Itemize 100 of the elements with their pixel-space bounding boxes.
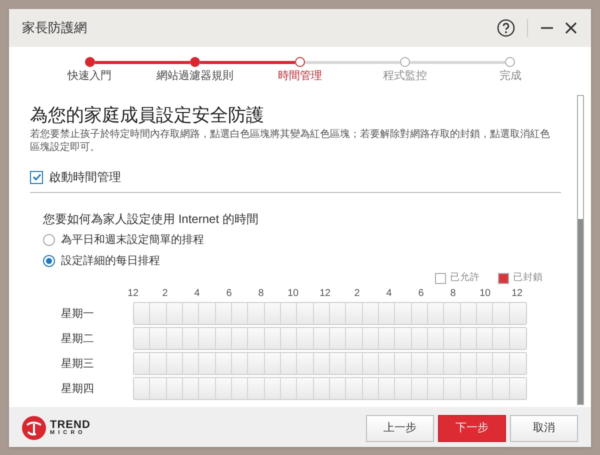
enable-checkbox[interactable]: 啟動時間管理 <box>30 168 561 186</box>
time-slot[interactable] <box>232 328 248 350</box>
time-slot[interactable] <box>477 303 494 324</box>
time-slot[interactable] <box>150 378 167 400</box>
time-slot[interactable] <box>134 303 150 324</box>
time-slot[interactable] <box>166 353 183 374</box>
time-slot[interactable] <box>216 303 232 324</box>
time-slot[interactable] <box>166 303 183 324</box>
schedule-radio[interactable]: 為平日和週末設定簡單的排程 <box>43 232 204 248</box>
time-slot[interactable] <box>444 303 461 324</box>
time-slot[interactable] <box>362 378 379 400</box>
time-slot[interactable] <box>134 328 150 350</box>
time-slot[interactable] <box>412 303 428 324</box>
time-slot[interactable] <box>134 378 150 400</box>
time-slot[interactable] <box>379 303 396 324</box>
time-slot[interactable] <box>134 353 150 374</box>
time-slot[interactable] <box>314 353 330 374</box>
time-slot[interactable] <box>216 328 232 350</box>
time-slot[interactable] <box>330 328 346 350</box>
time-slot[interactable] <box>493 353 510 374</box>
time-slot[interactable] <box>460 353 477 374</box>
time-slot[interactable] <box>314 303 330 324</box>
time-slot[interactable] <box>297 378 314 400</box>
time-slot[interactable] <box>510 378 526 400</box>
time-slot[interactable] <box>379 353 396 374</box>
time-slot[interactable] <box>477 353 494 374</box>
time-slot[interactable] <box>199 353 216 374</box>
time-slot[interactable] <box>412 353 428 374</box>
time-slot[interactable] <box>493 328 510 350</box>
time-slot[interactable] <box>330 378 346 400</box>
time-slot[interactable] <box>460 378 477 400</box>
time-slot[interactable] <box>346 328 363 350</box>
time-slot[interactable] <box>248 378 265 400</box>
time-slot[interactable] <box>346 353 363 374</box>
time-slot[interactable] <box>166 378 183 400</box>
time-slot[interactable] <box>248 303 265 324</box>
time-slot[interactable] <box>248 328 265 350</box>
help-icon[interactable] <box>497 19 515 37</box>
time-slot[interactable] <box>183 303 200 324</box>
time-slot[interactable] <box>297 303 314 324</box>
time-slot[interactable] <box>444 328 461 350</box>
time-slot[interactable] <box>314 328 330 350</box>
time-slot[interactable] <box>346 303 363 324</box>
time-slot[interactable] <box>444 353 461 374</box>
time-slot[interactable] <box>510 353 526 374</box>
schedule-radio[interactable]: 設定詳細的每日排程 <box>43 252 160 269</box>
time-slot[interactable] <box>297 353 314 374</box>
wizard-button[interactable]: 取消 <box>510 414 578 442</box>
time-slot[interactable] <box>428 378 444 400</box>
time-slot[interactable] <box>428 353 444 374</box>
time-slot[interactable] <box>330 353 346 374</box>
time-slot[interactable] <box>248 353 265 374</box>
time-slot[interactable] <box>199 303 216 324</box>
time-slot[interactable] <box>183 353 200 374</box>
time-slot[interactable] <box>216 353 232 374</box>
time-slot[interactable] <box>199 378 216 400</box>
time-slot[interactable] <box>150 328 167 350</box>
time-slot[interactable] <box>493 303 510 324</box>
time-slot[interactable] <box>264 328 281 350</box>
time-slot[interactable] <box>166 328 183 350</box>
time-slot[interactable] <box>216 378 232 400</box>
time-slot[interactable] <box>477 378 494 400</box>
time-slot[interactable] <box>477 328 494 350</box>
time-slot[interactable] <box>264 378 281 400</box>
time-slot[interactable] <box>183 378 200 400</box>
time-slot[interactable] <box>412 328 428 350</box>
time-slot[interactable] <box>493 378 510 400</box>
time-slot[interactable] <box>395 378 412 400</box>
time-slot[interactable] <box>232 303 248 324</box>
time-slot[interactable] <box>264 303 281 324</box>
time-slot[interactable] <box>281 378 298 400</box>
time-slot[interactable] <box>362 328 379 350</box>
time-slot[interactable] <box>330 303 346 324</box>
time-slot[interactable] <box>428 303 444 324</box>
time-slot[interactable] <box>281 353 298 374</box>
time-slot[interactable] <box>281 328 298 350</box>
time-slot[interactable] <box>510 328 526 350</box>
time-slot[interactable] <box>183 328 200 350</box>
time-slot[interactable] <box>412 378 428 400</box>
time-slot[interactable] <box>346 378 363 400</box>
time-slot[interactable] <box>314 378 330 400</box>
time-slot[interactable] <box>150 303 167 324</box>
time-slot[interactable] <box>460 328 477 350</box>
time-slot[interactable] <box>297 328 314 350</box>
time-slot[interactable] <box>510 303 526 324</box>
time-slot[interactable] <box>264 353 281 374</box>
time-slot[interactable] <box>395 328 412 350</box>
time-slot[interactable] <box>362 303 379 324</box>
time-slot[interactable] <box>379 328 396 350</box>
scrollbar[interactable] <box>577 95 584 405</box>
time-slot[interactable] <box>460 303 477 324</box>
time-slot[interactable] <box>362 353 379 374</box>
time-slot[interactable] <box>199 328 216 350</box>
time-slot[interactable] <box>395 353 412 374</box>
wizard-button[interactable]: 下一步 <box>438 414 506 442</box>
time-slot[interactable] <box>395 303 412 324</box>
close-icon[interactable] <box>564 21 578 35</box>
wizard-button[interactable]: 上一步 <box>366 414 434 442</box>
time-slot[interactable] <box>232 353 248 374</box>
time-slot[interactable] <box>428 328 444 350</box>
